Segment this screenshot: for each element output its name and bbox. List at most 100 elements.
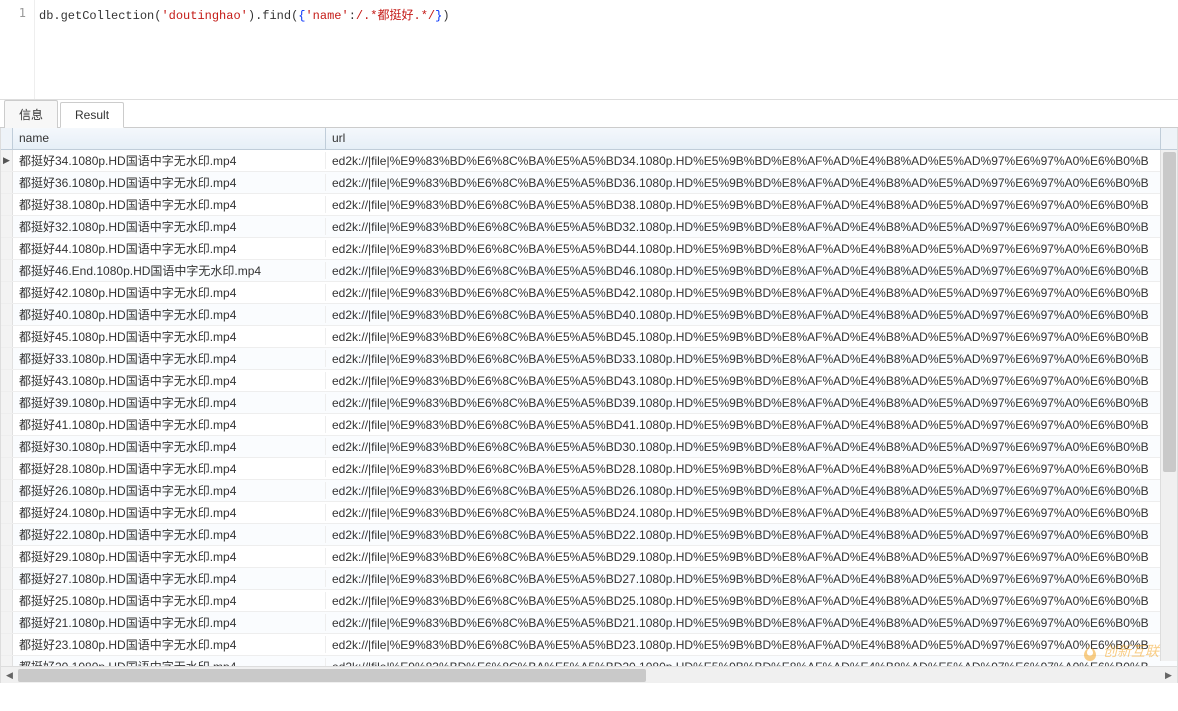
table-row[interactable]: 都挺好43.1080p.HD国语中字无水印.mp4ed2k://|file|%E…: [1, 370, 1177, 392]
cell-name[interactable]: 都挺好34.1080p.HD国语中字无水印.mp4: [13, 152, 326, 169]
cell-name[interactable]: 都挺好27.1080p.HD国语中字无水印.mp4: [13, 570, 326, 587]
cell-url[interactable]: ed2k://|file|%E9%83%BD%E6%8C%BA%E5%A5%BD…: [326, 352, 1177, 366]
cell-url[interactable]: ed2k://|file|%E9%83%BD%E6%8C%BA%E5%A5%BD…: [326, 572, 1177, 586]
scroll-left-icon[interactable]: ◀: [1, 667, 18, 684]
cell-url[interactable]: ed2k://|file|%E9%83%BD%E6%8C%BA%E5%A5%BD…: [326, 176, 1177, 190]
table-row[interactable]: 都挺好38.1080p.HD国语中字无水印.mp4ed2k://|file|%E…: [1, 194, 1177, 216]
cell-url[interactable]: ed2k://|file|%E9%83%BD%E6%8C%BA%E5%A5%BD…: [326, 308, 1177, 322]
cell-url[interactable]: ed2k://|file|%E9%83%BD%E6%8C%BA%E5%A5%BD…: [326, 440, 1177, 454]
horizontal-scrollbar-track[interactable]: [18, 669, 1160, 682]
results-grid: name url ▶都挺好34.1080p.HD国语中字无水印.mp4ed2k:…: [0, 128, 1178, 683]
cell-url[interactable]: ed2k://|file|%E9%83%BD%E6%8C%BA%E5%A5%BD…: [326, 638, 1177, 652]
cell-name[interactable]: 都挺好21.1080p.HD国语中字无水印.mp4: [13, 614, 326, 631]
table-row[interactable]: 都挺好30.1080p.HD国语中字无水印.mp4ed2k://|file|%E…: [1, 436, 1177, 458]
cell-name[interactable]: 都挺好24.1080p.HD国语中字无水印.mp4: [13, 504, 326, 521]
table-row[interactable]: 都挺好44.1080p.HD国语中字无水印.mp4ed2k://|file|%E…: [1, 238, 1177, 260]
cell-name[interactable]: 都挺好40.1080p.HD国语中字无水印.mp4: [13, 306, 326, 323]
table-row[interactable]: 都挺好29.1080p.HD国语中字无水印.mp4ed2k://|file|%E…: [1, 546, 1177, 568]
cell-url[interactable]: ed2k://|file|%E9%83%BD%E6%8C%BA%E5%A5%BD…: [326, 374, 1177, 388]
scroll-right-icon[interactable]: ▶: [1160, 667, 1177, 684]
cell-name[interactable]: 都挺好38.1080p.HD国语中字无水印.mp4: [13, 196, 326, 213]
cell-url[interactable]: ed2k://|file|%E9%83%BD%E6%8C%BA%E5%A5%BD…: [326, 330, 1177, 344]
cell-url[interactable]: ed2k://|file|%E9%83%BD%E6%8C%BA%E5%A5%BD…: [326, 396, 1177, 410]
cell-url[interactable]: ed2k://|file|%E9%83%BD%E6%8C%BA%E5%A5%BD…: [326, 550, 1177, 564]
column-header-url[interactable]: url: [326, 128, 1160, 149]
row-marker: [1, 326, 13, 347]
cell-name[interactable]: 都挺好39.1080p.HD国语中字无水印.mp4: [13, 394, 326, 411]
table-row[interactable]: 都挺好24.1080p.HD国语中字无水印.mp4ed2k://|file|%E…: [1, 502, 1177, 524]
cell-url[interactable]: ed2k://|file|%E9%83%BD%E6%8C%BA%E5%A5%BD…: [326, 418, 1177, 432]
editor-pane: 1 db.getCollection('doutinghao').find({'…: [0, 0, 1178, 100]
table-row[interactable]: 都挺好26.1080p.HD国语中字无水印.mp4ed2k://|file|%E…: [1, 480, 1177, 502]
table-row[interactable]: 都挺好33.1080p.HD国语中字无水印.mp4ed2k://|file|%E…: [1, 348, 1177, 370]
table-row[interactable]: 都挺好28.1080p.HD国语中字无水印.mp4ed2k://|file|%E…: [1, 458, 1177, 480]
table-row[interactable]: ▶都挺好34.1080p.HD国语中字无水印.mp4ed2k://|file|%…: [1, 150, 1177, 172]
cell-name[interactable]: 都挺好46.End.1080p.HD国语中字无水印.mp4: [13, 262, 326, 279]
cell-url[interactable]: ed2k://|file|%E9%83%BD%E6%8C%BA%E5%A5%BD…: [326, 528, 1177, 542]
table-row[interactable]: 都挺好27.1080p.HD国语中字无水印.mp4ed2k://|file|%E…: [1, 568, 1177, 590]
cell-name[interactable]: 都挺好28.1080p.HD国语中字无水印.mp4: [13, 460, 326, 477]
cell-url[interactable]: ed2k://|file|%E9%83%BD%E6%8C%BA%E5%A5%BD…: [326, 594, 1177, 608]
row-marker: [1, 480, 13, 501]
table-row[interactable]: 都挺好23.1080p.HD国语中字无水印.mp4ed2k://|file|%E…: [1, 634, 1177, 656]
table-row[interactable]: 都挺好45.1080p.HD国语中字无水印.mp4ed2k://|file|%E…: [1, 326, 1177, 348]
cell-url[interactable]: ed2k://|file|%E9%83%BD%E6%8C%BA%E5%A5%BD…: [326, 154, 1177, 168]
grid-header: name url: [1, 128, 1177, 150]
cell-name[interactable]: 都挺好44.1080p.HD国语中字无水印.mp4: [13, 240, 326, 257]
row-marker: [1, 546, 13, 567]
table-row[interactable]: 都挺好46.End.1080p.HD国语中字无水印.mp4ed2k://|fil…: [1, 260, 1177, 282]
tab-result[interactable]: Result: [60, 102, 124, 128]
row-marker: [1, 238, 13, 259]
grid-body: ▶都挺好34.1080p.HD国语中字无水印.mp4ed2k://|file|%…: [1, 150, 1177, 683]
cell-url[interactable]: ed2k://|file|%E9%83%BD%E6%8C%BA%E5%A5%BD…: [326, 506, 1177, 520]
horizontal-scrollbar-thumb[interactable]: [18, 669, 646, 682]
column-header-name[interactable]: name: [13, 128, 326, 149]
row-marker: [1, 590, 13, 611]
tabs-row: 信息 Result: [0, 100, 1178, 128]
table-row[interactable]: 都挺好40.1080p.HD国语中字无水印.mp4ed2k://|file|%E…: [1, 304, 1177, 326]
table-row[interactable]: 都挺好39.1080p.HD国语中字无水印.mp4ed2k://|file|%E…: [1, 392, 1177, 414]
cell-name[interactable]: 都挺好32.1080p.HD国语中字无水印.mp4: [13, 218, 326, 235]
cell-name[interactable]: 都挺好42.1080p.HD国语中字无水印.mp4: [13, 284, 326, 301]
cell-url[interactable]: ed2k://|file|%E9%83%BD%E6%8C%BA%E5%A5%BD…: [326, 462, 1177, 476]
table-row[interactable]: 都挺好32.1080p.HD国语中字无水印.mp4ed2k://|file|%E…: [1, 216, 1177, 238]
cell-url[interactable]: ed2k://|file|%E9%83%BD%E6%8C%BA%E5%A5%BD…: [326, 220, 1177, 234]
code-token-db: db: [39, 9, 53, 23]
cell-name[interactable]: 都挺好22.1080p.HD国语中字无水印.mp4: [13, 526, 326, 543]
cell-url[interactable]: ed2k://|file|%E9%83%BD%E6%8C%BA%E5%A5%BD…: [326, 484, 1177, 498]
row-marker: [1, 304, 13, 325]
column-marker[interactable]: [1, 128, 13, 149]
cell-name[interactable]: 都挺好43.1080p.HD国语中字无水印.mp4: [13, 372, 326, 389]
horizontal-scrollbar[interactable]: ◀ ▶: [1, 666, 1177, 683]
cell-name[interactable]: 都挺好41.1080p.HD国语中字无水印.mp4: [13, 416, 326, 433]
cell-name[interactable]: 都挺好33.1080p.HD国语中字无水印.mp4: [13, 350, 326, 367]
vertical-scrollbar[interactable]: [1160, 150, 1177, 661]
cell-name[interactable]: 都挺好23.1080p.HD国语中字无水印.mp4: [13, 636, 326, 653]
cell-name[interactable]: 都挺好30.1080p.HD国语中字无水印.mp4: [13, 438, 326, 455]
table-row[interactable]: 都挺好41.1080p.HD国语中字无水印.mp4ed2k://|file|%E…: [1, 414, 1177, 436]
cell-url[interactable]: ed2k://|file|%E9%83%BD%E6%8C%BA%E5%A5%BD…: [326, 198, 1177, 212]
table-row[interactable]: 都挺好25.1080p.HD国语中字无水印.mp4ed2k://|file|%E…: [1, 590, 1177, 612]
table-row[interactable]: 都挺好42.1080p.HD国语中字无水印.mp4ed2k://|file|%E…: [1, 282, 1177, 304]
cell-name[interactable]: 都挺好36.1080p.HD国语中字无水印.mp4: [13, 174, 326, 191]
table-row[interactable]: 都挺好36.1080p.HD国语中字无水印.mp4ed2k://|file|%E…: [1, 172, 1177, 194]
cell-name[interactable]: 都挺好29.1080p.HD国语中字无水印.mp4: [13, 548, 326, 565]
cell-url[interactable]: ed2k://|file|%E9%83%BD%E6%8C%BA%E5%A5%BD…: [326, 286, 1177, 300]
cell-name[interactable]: 都挺好25.1080p.HD国语中字无水印.mp4: [13, 592, 326, 609]
cell-url[interactable]: ed2k://|file|%E9%83%BD%E6%8C%BA%E5%A5%BD…: [326, 264, 1177, 278]
vertical-scrollbar-thumb[interactable]: [1163, 152, 1176, 472]
code-editor[interactable]: db.getCollection('doutinghao').find({'na…: [35, 0, 1178, 99]
table-row[interactable]: 都挺好21.1080p.HD国语中字无水印.mp4ed2k://|file|%E…: [1, 612, 1177, 634]
row-marker: [1, 194, 13, 215]
cell-name[interactable]: 都挺好26.1080p.HD国语中字无水印.mp4: [13, 482, 326, 499]
row-marker: [1, 634, 13, 655]
table-row[interactable]: 都挺好22.1080p.HD国语中字无水印.mp4ed2k://|file|%E…: [1, 524, 1177, 546]
tab-info[interactable]: 信息: [4, 100, 58, 128]
cell-url[interactable]: ed2k://|file|%E9%83%BD%E6%8C%BA%E5%A5%BD…: [326, 242, 1177, 256]
row-marker: [1, 458, 13, 479]
row-marker: [1, 260, 13, 281]
cell-url[interactable]: ed2k://|file|%E9%83%BD%E6%8C%BA%E5%A5%BD…: [326, 616, 1177, 630]
cell-name[interactable]: 都挺好45.1080p.HD国语中字无水印.mp4: [13, 328, 326, 345]
row-marker: [1, 568, 13, 589]
row-marker: [1, 172, 13, 193]
